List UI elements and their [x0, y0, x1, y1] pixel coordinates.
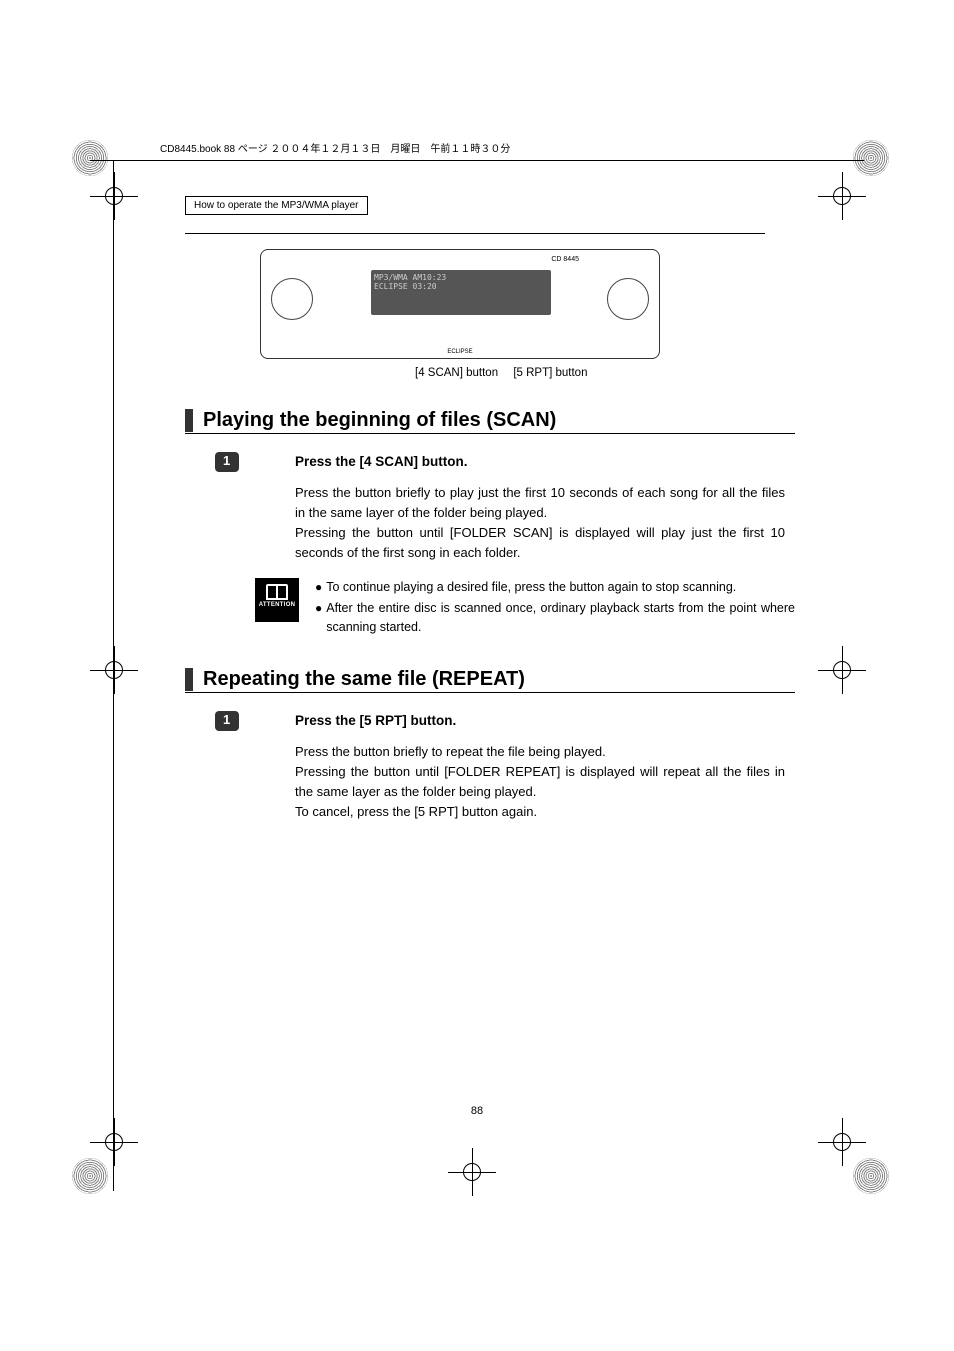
- swirl-mark: [72, 1158, 108, 1194]
- bullet-dot: ●: [315, 578, 322, 597]
- step-body: Press the button briefly to repeat the f…: [295, 742, 785, 823]
- step-block: 1 Press the [4 SCAN] button. Press the b…: [255, 454, 785, 564]
- bullet-item: ●After the entire disc is scanned once, …: [315, 599, 795, 638]
- step-title: Press the [4 SCAN] button.: [295, 454, 785, 469]
- step-number-badge: 1: [215, 711, 239, 731]
- bullet-item: ●To continue playing a desired file, pre…: [315, 578, 795, 597]
- crop-rule-v: [113, 160, 114, 1191]
- attention-icon: ATTENTION: [255, 578, 299, 622]
- scan-button-label: [4 SCAN] button: [415, 367, 498, 379]
- step-number-badge: 1: [215, 452, 239, 472]
- rpt-button-label: [5 RPT] button: [513, 367, 587, 379]
- registration-mark: [830, 658, 854, 682]
- body-paragraph: Pressing the button until [FOLDER SCAN] …: [295, 523, 785, 563]
- page-number: 88: [0, 1105, 954, 1117]
- step-title: Press the [5 RPT] button.: [295, 713, 785, 728]
- radio-display: MP3/WMA AM10:23 ECLIPSE 03:20: [371, 270, 551, 315]
- radio-faceplate-illustration: MP3/WMA AM10:23 ECLIPSE 03:20 CD 8445 EC…: [260, 249, 660, 359]
- body-paragraph: Press the button briefly to play just th…: [295, 483, 785, 523]
- swirl-mark: [853, 1158, 889, 1194]
- display-line: MP3/WMA AM10:23: [374, 273, 548, 282]
- attention-block: ATTENTION ●To continue playing a desired…: [255, 578, 795, 640]
- registration-mark: [830, 1130, 854, 1154]
- brand-label: ECLIPSE: [447, 349, 472, 355]
- heading-underline: [185, 692, 795, 693]
- body-paragraph: Press the button briefly to repeat the f…: [295, 742, 785, 762]
- chapter-label: How to operate the MP3/WMA player: [185, 196, 368, 215]
- right-knob: [607, 278, 649, 320]
- callout-labels: [4 SCAN] button [5 RPT] button: [415, 367, 825, 379]
- display-line: ECLIPSE 03:20: [374, 282, 548, 291]
- section-heading-repeat: Repeating the same file (REPEAT): [185, 668, 825, 691]
- attention-text: ●To continue playing a desired file, pre…: [315, 578, 795, 640]
- body-paragraph: To cancel, press the [5 RPT] button agai…: [295, 802, 785, 822]
- registration-mark: [830, 184, 854, 208]
- registration-mark: [102, 184, 126, 208]
- registration-mark: [102, 1130, 126, 1154]
- model-label: CD 8445: [551, 256, 579, 263]
- chapter-underline: [185, 233, 765, 234]
- attention-label: ATTENTION: [255, 602, 299, 608]
- body-paragraph: Pressing the button until [FOLDER REPEAT…: [295, 762, 785, 802]
- step-body: Press the button briefly to play just th…: [295, 483, 785, 564]
- registration-mark: [102, 658, 126, 682]
- heading-underline: [185, 433, 795, 434]
- page-content: CD8445.book 88 ページ ２００４年１２月１３日 月曜日 午前１１時…: [125, 140, 825, 836]
- section-heading-scan: Playing the beginning of files (SCAN): [185, 409, 825, 432]
- bullet-text: To continue playing a desired file, pres…: [326, 578, 736, 597]
- step-block: 1 Press the [5 RPT] button. Press the bu…: [255, 713, 785, 823]
- left-knob: [271, 278, 313, 320]
- bullet-dot: ●: [315, 599, 322, 638]
- bullet-text: After the entire disc is scanned once, o…: [326, 599, 795, 638]
- source-header-line: CD8445.book 88 ページ ２００４年１２月１３日 月曜日 午前１１時…: [160, 140, 825, 155]
- swirl-mark: [853, 140, 889, 176]
- registration-mark: [460, 1160, 484, 1184]
- button-row: ECLIPSE: [321, 349, 599, 355]
- swirl-mark: [72, 140, 108, 176]
- book-icon: [266, 584, 288, 600]
